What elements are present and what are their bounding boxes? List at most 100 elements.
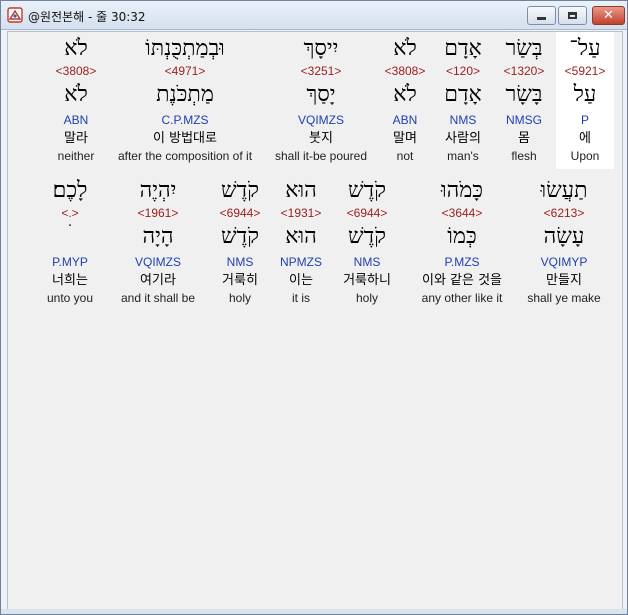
hebrew-lemma: אָדָם: [444, 82, 482, 107]
parsing-code: P.MZS: [444, 255, 480, 269]
korean-gloss: 이 방법대로: [153, 131, 217, 146]
strong-number[interactable]: <3808>: [48, 64, 104, 78]
strong-number[interactable]: <3644>: [406, 206, 518, 220]
word-cell[interactable]: בְּשַׂר <1320> בָּשָׂר NMSG 몸 flesh: [492, 32, 556, 169]
strong-number[interactable]: <.>: [36, 206, 104, 220]
english-gloss: not: [396, 149, 414, 163]
title-bar[interactable]: @원전본해 - 줄 30:32 ✕: [1, 1, 627, 30]
korean-gloss: 거룩히: [222, 273, 258, 288]
korean-gloss: 이와 같은 것을: [421, 273, 503, 288]
english-gloss: shall it-be poured: [274, 149, 368, 163]
parsing-code: P.MYP: [52, 255, 88, 269]
korean-gloss: 말며: [393, 131, 417, 146]
strong-number[interactable]: <6944>: [210, 206, 270, 220]
hebrew-lemma: קֹדֶשׁ: [221, 224, 259, 249]
hebrew-word: לֹא: [393, 36, 417, 61]
close-button[interactable]: ✕: [592, 6, 625, 25]
hebrew-lemma: קֹדֶשׁ: [348, 224, 386, 249]
korean-gloss: 만들지: [546, 273, 582, 288]
strong-number[interactable]: <6944>: [334, 206, 400, 220]
korean-gloss: 붓지: [309, 131, 333, 146]
strong-number[interactable]: <1961>: [112, 206, 204, 220]
window-bottom-edge: [1, 609, 627, 614]
english-gloss: flesh: [511, 149, 537, 163]
hebrew-word: כָּמֹהוּ: [440, 178, 484, 203]
strong-number[interactable]: <1931>: [272, 206, 330, 220]
hebrew-word: וּבְמַתְכֻּנְתּוֹ: [145, 36, 225, 61]
english-gloss: it is: [292, 291, 310, 305]
hebrew-lemma: בָּשָׂר: [505, 82, 543, 107]
maximize-icon: [568, 12, 577, 19]
parsing-code: NMS: [226, 255, 254, 269]
english-gloss: after the composition of it: [117, 149, 253, 163]
word-cell[interactable]: אָדָם <120> אָדָם NMS 사람의 man's: [434, 32, 492, 169]
hebrew-word: קֹדֶשׁ: [348, 178, 386, 203]
english-gloss: holy: [228, 291, 251, 305]
word-cell[interactable]: קֹדֶשׁ <6944> קֹדֶשׁ NMS 거룩히 holy: [210, 174, 270, 311]
parsing-code: NMS: [353, 255, 381, 269]
word-cell[interactable]: תַעֲשׂוּ <6213> עָשָׂה VQIMYP 만들지 shall …: [518, 174, 610, 311]
hebrew-word: הוּא: [285, 178, 317, 203]
word-cell[interactable]: יִהְיֶה <1961> הָיָה VQIMZS 여기라 and it s…: [112, 174, 204, 311]
word-cell[interactable]: וּבְמַתְכֻּנְתּוֹ <4971> מַתְכֹּנֶת C.P.…: [104, 32, 266, 169]
english-gloss: neither: [57, 149, 95, 163]
hebrew-lemma: עַל: [573, 82, 597, 107]
hebrew-lemma: הָיָה: [142, 224, 174, 249]
hebrew-lemma: ׄ: [36, 224, 104, 250]
korean-gloss: 에: [579, 131, 591, 146]
hebrew-lemma: לֹא: [64, 82, 88, 107]
hebrew-word: יִיסָךְ: [303, 36, 339, 61]
hebrew-word: יִהְיֶה: [139, 178, 177, 203]
hebrew-word: לֹא: [64, 36, 88, 61]
hebrew-word: אָדָם: [444, 36, 482, 61]
parsing-code: P: [580, 113, 589, 127]
word-cell[interactable]: לֹא <3808> לֹא ABN 말라 neither: [48, 32, 104, 169]
word-cell[interactable]: עַל־ <5921> עַל P 에 Upon: [556, 32, 614, 169]
english-gloss: unto you: [46, 291, 94, 305]
english-gloss: holy: [355, 291, 378, 305]
word-cell[interactable]: כָּמֹהוּ <3644> כְּמוֹ P.MZS 이와 같은 것을 an…: [406, 174, 518, 311]
strong-number[interactable]: <120>: [434, 64, 492, 78]
hebrew-word: קֹדֶשׁ: [221, 178, 259, 203]
english-gloss: any other like it: [421, 291, 503, 305]
word-cell[interactable]: לֹא <3808> לֹא ABN 말며 not: [376, 32, 434, 169]
korean-gloss: 여기라: [140, 273, 176, 288]
hebrew-lemma: עָשָׂה: [543, 224, 585, 249]
hebrew-word: בְּשַׂר: [505, 36, 543, 61]
parsing-code: NPMZS: [280, 255, 322, 269]
close-icon: ✕: [603, 8, 614, 23]
minimize-icon: [537, 17, 546, 20]
word-cell[interactable]: לָכֶם׃ <.> ׄ P.MYP 너희는 unto you: [36, 174, 104, 311]
app-logo-icon: [7, 7, 23, 23]
parsing-code: VQIMZS: [134, 255, 181, 269]
strong-number[interactable]: <3808>: [376, 64, 434, 78]
window-title: @원전본해 - 줄 30:32: [28, 10, 146, 24]
parsing-code: VQIMYP: [540, 255, 588, 269]
app-window: @원전본해 - 줄 30:32 ✕ עַל־ <5921> עַל P 에 Up…: [0, 0, 628, 615]
hebrew-word: תַעֲשׂוּ: [540, 178, 588, 203]
strong-number[interactable]: <1320>: [492, 64, 556, 78]
korean-gloss: 너희는: [52, 273, 88, 288]
strong-number[interactable]: <5921>: [556, 64, 614, 78]
minimize-button[interactable]: [527, 6, 556, 25]
interlinear-view[interactable]: עַל־ <5921> עַל P 에 Upon בְּשַׂר <1320> …: [7, 31, 623, 611]
strong-number[interactable]: <4971>: [104, 64, 266, 78]
word-cell[interactable]: יִיסָךְ <3251> יָסַךְ VQIMZS 붓지 shall it…: [266, 32, 376, 169]
english-gloss: and it shall be: [120, 291, 196, 305]
maximize-button[interactable]: [558, 6, 587, 25]
hebrew-lemma: יָסַךְ: [306, 82, 336, 107]
hebrew-lemma: מַתְכֹּנֶת: [156, 82, 214, 107]
parsing-code: NMSG: [506, 113, 542, 127]
english-gloss: Upon: [570, 149, 600, 163]
english-gloss: shall ye make: [527, 291, 601, 305]
strong-number[interactable]: <3251>: [266, 64, 376, 78]
parsing-code: C.P.MZS: [161, 113, 209, 127]
hebrew-lemma: לֹא: [393, 82, 417, 107]
hebrew-lemma: כְּמוֹ: [447, 224, 477, 249]
word-cell[interactable]: קֹדֶשׁ <6944> קֹדֶשׁ NMS 거룩하니 holy: [334, 174, 400, 311]
hebrew-lemma: הוּא: [285, 224, 317, 249]
korean-gloss: 말라: [64, 131, 88, 146]
word-cell[interactable]: הוּא <1931> הוּא NPMZS 이는 it is: [272, 174, 330, 311]
strong-number[interactable]: <6213>: [518, 206, 610, 220]
korean-gloss: 이는: [289, 273, 313, 288]
